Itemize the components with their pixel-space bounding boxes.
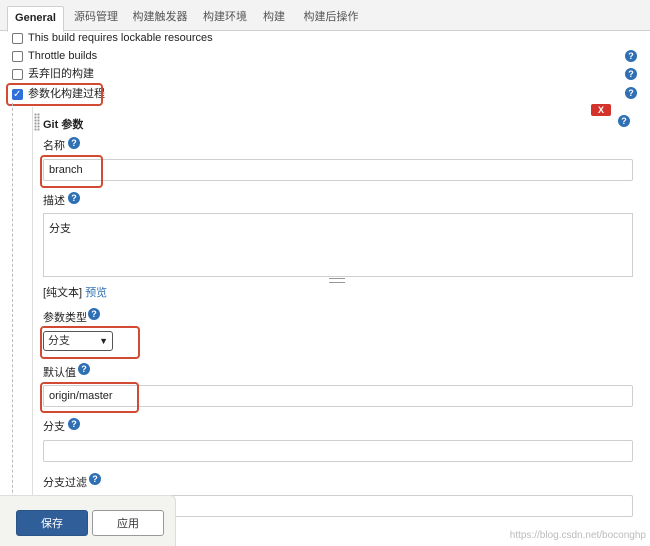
option-lockable-resources[interactable]: This build requires lockable resources bbox=[12, 29, 272, 47]
highlight-name bbox=[40, 155, 103, 188]
textarea-resize-handle[interactable] bbox=[329, 278, 345, 283]
throttle-builds-checkbox[interactable] bbox=[12, 51, 23, 62]
delete-param-button[interactable]: X bbox=[591, 104, 611, 116]
help-icon[interactable]: ? bbox=[618, 115, 630, 127]
description-textarea[interactable]: 分支 bbox=[43, 213, 633, 277]
help-icon[interactable]: ? bbox=[625, 87, 637, 99]
action-bar: 保存 应用 bbox=[0, 495, 176, 546]
preview-link[interactable]: 预览 bbox=[85, 287, 107, 299]
drag-handle-icon[interactable] bbox=[34, 113, 40, 131]
description-label: 描述 bbox=[43, 195, 65, 207]
branch-input[interactable] bbox=[43, 440, 633, 462]
highlight-parameter-type bbox=[40, 326, 140, 359]
tab-post-build[interactable]: 构建后操作 bbox=[298, 6, 364, 30]
help-icon[interactable]: ? bbox=[68, 137, 80, 149]
tab-build[interactable]: 构建 bbox=[258, 6, 290, 30]
help-icon[interactable]: ? bbox=[78, 363, 90, 375]
default-value-label: 默认值 bbox=[43, 367, 76, 379]
option-label: Throttle builds bbox=[28, 50, 98, 62]
tab-source-management[interactable]: 源码管理 bbox=[68, 6, 124, 30]
watermark: https://blog.csdn.net/boconghp bbox=[509, 530, 646, 541]
config-tab-bar: General 源码管理 构建触发器 构建环境 构建 构建后操作 bbox=[0, 0, 650, 32]
save-button[interactable]: 保存 bbox=[16, 510, 88, 536]
help-icon[interactable]: ? bbox=[625, 50, 637, 62]
discard-old-builds-checkbox[interactable] bbox=[12, 69, 23, 80]
help-icon[interactable]: ? bbox=[625, 68, 637, 80]
help-icon[interactable]: ? bbox=[89, 473, 101, 485]
name-input[interactable]: branch bbox=[43, 159, 633, 181]
help-icon[interactable]: ? bbox=[68, 192, 80, 204]
option-throttle-builds[interactable]: Throttle builds bbox=[12, 47, 212, 65]
option-label: This build requires lockable resources bbox=[28, 32, 213, 44]
tab-build-triggers[interactable]: 构建触发器 bbox=[128, 6, 192, 30]
parameter-type-label: 参数类型 bbox=[43, 312, 87, 324]
dashed-guide bbox=[12, 103, 13, 543]
name-label: 名称 bbox=[43, 140, 65, 152]
lockable-resources-checkbox[interactable] bbox=[12, 33, 23, 44]
markup-format: [纯文本] 预览 bbox=[43, 284, 107, 300]
branch-label: 分支 bbox=[43, 421, 65, 433]
param-title: Git 参数 bbox=[43, 119, 84, 131]
option-label: 丢弃旧的构建 bbox=[28, 68, 94, 80]
apply-button[interactable]: 应用 bbox=[92, 510, 164, 536]
highlight-parameterized-build bbox=[6, 83, 103, 106]
option-discard-old-builds[interactable]: 丢弃旧的构建 bbox=[12, 65, 212, 83]
help-icon[interactable]: ? bbox=[88, 308, 100, 320]
highlight-default-value bbox=[40, 382, 139, 413]
plain-text-label: [纯文本] bbox=[43, 287, 83, 299]
tab-build-environment[interactable]: 构建环境 bbox=[197, 6, 253, 30]
help-icon[interactable]: ? bbox=[68, 418, 80, 430]
branch-filter-label: 分支过滤 bbox=[43, 477, 87, 489]
